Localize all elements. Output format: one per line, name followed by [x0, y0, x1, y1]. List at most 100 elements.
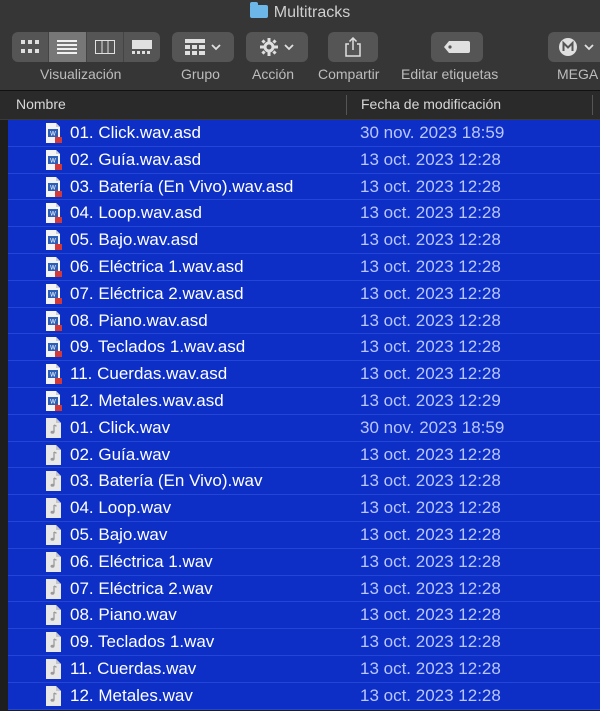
file-row[interactable]: 01. Click.wav 30 nov. 2023 18:59: [8, 414, 600, 442]
file-name: 11. Cuerdas.wav.asd: [70, 364, 228, 384]
gear-icon: [260, 38, 278, 56]
group-icon: [185, 39, 205, 55]
window-title: Multitracks: [0, 2, 600, 22]
file-name: 11. Cuerdas.wav: [70, 658, 197, 678]
action-button[interactable]: [246, 32, 308, 62]
svg-text:W: W: [50, 184, 56, 191]
column-divider[interactable]: [592, 95, 593, 115]
file-name: 09. Teclados 1.wav: [70, 632, 215, 652]
file-row[interactable]: 05. Bajo.wav 13 oct. 2023 12:28: [8, 521, 600, 549]
file-row[interactable]: W 11. Cuerdas.wav.asd 13 oct. 2023 12:28: [8, 361, 600, 388]
view-icons-button[interactable]: [12, 32, 50, 62]
file-row[interactable]: 04. Loop.wav 13 oct. 2023 12:28: [8, 495, 600, 522]
file-name: 03. Batería (En Vivo).wav: [70, 471, 263, 491]
file-row[interactable]: W 09. Teclados 1.wav.asd 13 oct. 2023 12:2…: [8, 334, 600, 362]
file-row[interactable]: W 02. Guía.wav.asd 13 oct. 2023 12:28: [8, 146, 600, 174]
file-row[interactable]: W 08. Piano.wav.asd 13 oct. 2023 12:28: [8, 307, 600, 335]
file-row[interactable]: W 04. Loop.wav.asd 13 oct. 2023 12:28: [8, 200, 600, 228]
edit-tags-button[interactable]: [431, 32, 483, 62]
audio-file-icon: [45, 551, 62, 572]
svg-text:W: W: [50, 398, 56, 405]
file-date: 13 oct. 2023 12:28: [360, 524, 501, 544]
share-button[interactable]: [328, 32, 378, 62]
list-icon: [57, 40, 78, 54]
file-row[interactable]: 08. Piano.wav 13 oct. 2023 12:28: [8, 602, 600, 630]
audio-file-icon: [45, 524, 62, 545]
file-row[interactable]: 12. Metales.wav 13 oct. 2023 12:28: [8, 682, 600, 710]
folder-icon: [249, 2, 268, 18]
file-name: 08. Piano.wav: [70, 605, 177, 625]
file-date: 13 oct. 2023 12:29: [360, 390, 501, 410]
group-button[interactable]: [172, 32, 234, 62]
asd-file-icon: W: [45, 390, 62, 411]
asd-file-icon: W: [45, 256, 62, 277]
audio-file-icon: [45, 471, 62, 492]
chevron-down-icon: [584, 43, 594, 50]
group-label: Grupo: [181, 66, 220, 82]
mega-logo-icon: [559, 38, 577, 56]
file-date: 13 oct. 2023 12:28: [360, 471, 501, 491]
column-header-name[interactable]: Nombre: [16, 96, 66, 112]
audio-file-icon: [45, 578, 62, 599]
file-row[interactable]: 03. Batería (En Vivo).wav 13 oct. 2023 12…: [8, 468, 600, 496]
file-row[interactable]: W 12. Metales.wav.asd 13 oct. 2023 12:29: [8, 387, 600, 415]
file-date: 30 nov. 2023 18:59: [360, 123, 505, 142]
file-row[interactable]: W 03. Batería (En Vivo).wav.asd 13 oct. 20…: [8, 173, 600, 201]
audio-file-icon: [45, 632, 62, 653]
file-date: 13 oct. 2023 12:28: [360, 605, 501, 625]
file-date: 13 oct. 2023 12:28: [360, 149, 501, 169]
file-name: 01. Click.wav.asd: [70, 123, 202, 142]
file-name: 02. Guía.wav.asd: [70, 149, 202, 169]
svg-text:W: W: [50, 345, 56, 352]
svg-text:W: W: [50, 318, 56, 325]
mega-button[interactable]: [548, 32, 600, 62]
file-name: 05. Bajo.wav: [70, 524, 168, 544]
file-date: 13 oct. 2023 12:28: [360, 283, 501, 303]
file-name: 12. Metales.wav.asd: [70, 390, 224, 410]
file-row[interactable]: 06. Eléctrica 1.wav 13 oct. 2023 12:28: [8, 548, 600, 576]
file-date: 13 oct. 2023 12:28: [360, 578, 501, 598]
file-name: 07. Eléctrica 2.wav.asd: [70, 283, 244, 303]
file-date: 13 oct. 2023 12:28: [360, 658, 501, 678]
file-date: 13 oct. 2023 12:28: [360, 551, 501, 571]
file-row[interactable]: 09. Teclados 1.wav 13 oct. 2023 12:28: [8, 629, 600, 656]
asd-file-icon: W: [45, 337, 62, 358]
file-date: 13 oct. 2023 12:28: [360, 310, 501, 330]
column-header-date[interactable]: Fecha de modificación: [361, 96, 501, 112]
file-date: 13 oct. 2023 12:28: [360, 203, 501, 223]
file-row[interactable]: W 06. Eléctrica 1.wav.asd 13 oct. 2023 12:…: [8, 253, 600, 281]
svg-text:W: W: [50, 372, 56, 379]
finder-toolbar: Multitracks Visualización Grupo Acción C…: [0, 0, 600, 91]
view-columns-button[interactable]: [87, 32, 124, 62]
file-row[interactable]: W 05. Bajo.wav.asd 13 oct. 2023 12:28: [8, 227, 600, 254]
svg-text:W: W: [50, 264, 56, 271]
asd-file-icon: W: [45, 149, 62, 170]
file-name: 03. Batería (En Vivo).wav.asd: [70, 176, 294, 196]
file-row[interactable]: 02. Guía.wav 13 oct. 2023 12:28: [8, 441, 600, 469]
view-label: Visualización: [40, 66, 122, 82]
svg-text:W: W: [50, 157, 56, 164]
chevron-down-icon: [284, 43, 294, 50]
file-row[interactable]: W 01. Click.wav.asd 30 nov. 2023 18:59: [8, 120, 600, 147]
file-row[interactable]: 07. Eléctrica 2.wav 13 oct. 2023 12:28: [8, 575, 600, 603]
file-name: 08. Piano.wav.asd: [70, 310, 208, 330]
file-date: 13 oct. 2023 12:28: [360, 176, 501, 196]
file-name: 09. Teclados 1.wav.asd: [70, 337, 246, 357]
view-gallery-button[interactable]: [124, 32, 160, 62]
asd-file-icon: W: [45, 230, 62, 251]
audio-file-icon: [45, 605, 62, 626]
svg-text:W: W: [50, 238, 56, 245]
share-icon: [345, 37, 361, 57]
file-row[interactable]: W 07. Eléctrica 2.wav.asd 13 oct. 2023 12:…: [8, 280, 600, 308]
columns-icon: [94, 40, 115, 54]
file-name: 01. Click.wav: [70, 417, 171, 437]
asd-file-icon: W: [45, 310, 62, 331]
file-row[interactable]: 11. Cuerdas.wav 13 oct. 2023 12:28: [8, 655, 600, 683]
view-segmented-control: [12, 32, 160, 62]
file-name: 04. Loop.wav: [70, 498, 172, 518]
column-header-row: Nombre Fecha de modificación: [0, 91, 600, 120]
view-list-button[interactable]: [49, 32, 87, 62]
audio-file-icon: [45, 444, 62, 465]
edit-tags-label: Editar etiquetas: [401, 66, 499, 82]
column-divider[interactable]: [346, 95, 347, 115]
